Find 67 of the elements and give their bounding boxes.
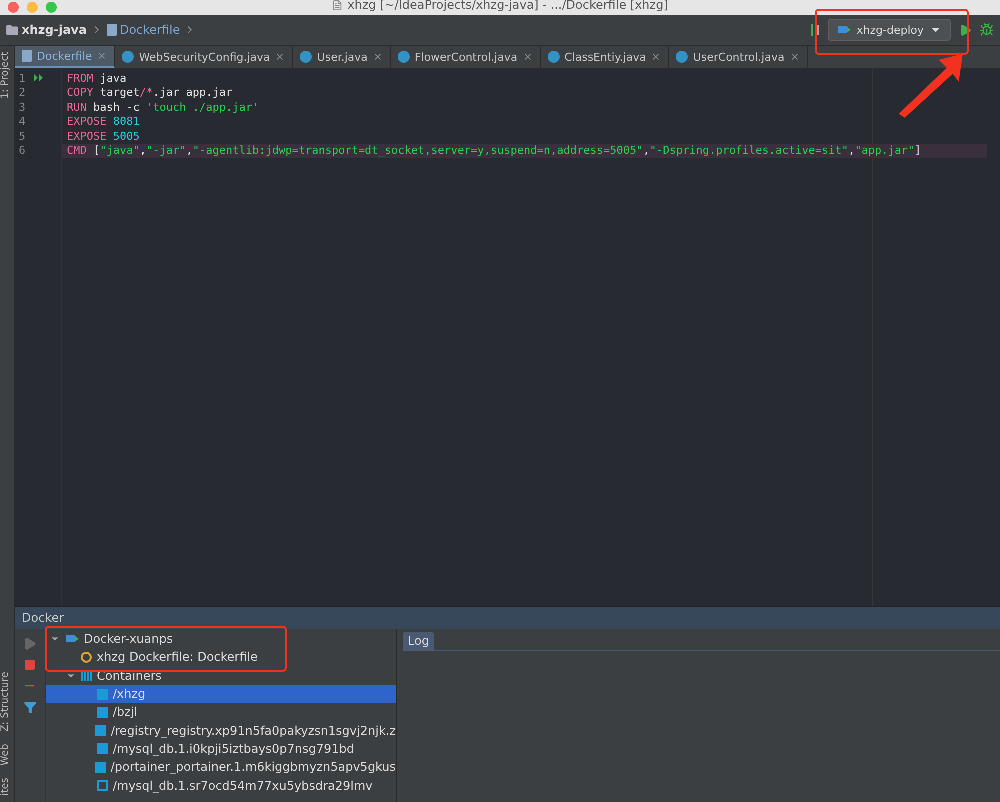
class-icon xyxy=(548,51,560,63)
debug-icon[interactable] xyxy=(980,23,994,37)
editor-tab[interactable]: WebSecurityConfig.java xyxy=(115,46,294,68)
class-icon xyxy=(300,51,312,63)
container-icon xyxy=(97,780,108,792)
document-icon xyxy=(332,0,343,10)
tree-item[interactable]: /registry_registry.xp91n5fa0pakyzsn1sgvj2njk.z xyxy=(46,721,396,740)
filter-icon[interactable] xyxy=(24,701,36,714)
tree-item[interactable]: /xhzg xyxy=(46,684,396,704)
editor-tab[interactable]: FlowerControl.java xyxy=(390,46,541,68)
folder-icon xyxy=(6,24,19,36)
tree-item[interactable]: Containers xyxy=(46,666,396,685)
tree-item[interactable]: /mysql_db.1.i0kpji5iztbays0p7nsg791bd xyxy=(46,740,396,758)
stop-icon[interactable] xyxy=(24,659,36,671)
container-icon xyxy=(95,725,106,736)
run-configuration-dropdown[interactable]: xhzg-deploy xyxy=(828,19,951,41)
docker-icon xyxy=(836,24,851,36)
line-number: 1 xyxy=(19,72,26,85)
side-tab[interactable]: Z: Structure xyxy=(0,666,14,738)
build-icon[interactable] xyxy=(810,23,820,37)
run-gutter-icon[interactable] xyxy=(34,74,44,82)
class-icon xyxy=(122,51,134,63)
breadcrumb[interactable]: xhzg-java xyxy=(6,23,87,37)
side-tab[interactable]: Web xyxy=(0,738,14,772)
deployment-icon xyxy=(81,652,92,663)
log-tab[interactable]: Log xyxy=(403,632,434,650)
line-number: 4 xyxy=(19,115,26,128)
tree-item[interactable]: Docker-xuanps xyxy=(46,630,396,648)
container-icon xyxy=(97,688,108,700)
editor-tab[interactable]: UserControl.java xyxy=(669,46,808,68)
close-icon[interactable] xyxy=(651,52,662,62)
line-number: 3 xyxy=(19,100,26,114)
code-line: EXPOSE 5005 xyxy=(66,129,141,144)
line-number: 5 xyxy=(19,130,26,143)
close-button[interactable] xyxy=(8,2,19,13)
editor-tab[interactable]: User.java xyxy=(293,46,391,68)
editor-tab[interactable]: Dockerfile xyxy=(15,46,116,68)
close-icon[interactable] xyxy=(790,52,800,62)
class-icon xyxy=(398,51,410,63)
close-icon[interactable] xyxy=(372,52,383,62)
close-icon[interactable] xyxy=(275,52,286,62)
tree-item[interactable]: /mysql_db.1.sr7ocd54m77xu5ybsdra29lmv xyxy=(46,776,396,795)
line-number: 2 xyxy=(19,86,26,100)
editor-tab[interactable]: ClassEntiy.java xyxy=(540,46,670,68)
side-tab[interactable]: 1: Project xyxy=(0,46,14,106)
tree-item[interactable]: /portainer_portainer.1.m6kiggbmyzn5apv5gkus xyxy=(46,758,396,776)
container-icon xyxy=(94,762,106,773)
tree-item[interactable]: /bzjl xyxy=(46,703,396,722)
file-icon xyxy=(22,50,32,62)
close-icon[interactable] xyxy=(522,52,533,62)
side-tab[interactable]: ites xyxy=(0,772,14,802)
code-line: FROM java xyxy=(66,71,128,86)
file-icon xyxy=(106,24,117,36)
breadcrumb[interactable]: Dockerfile xyxy=(106,23,180,37)
window-title: xhzg [~/IdeaProjects/xhzg-java] - .../Dockerfile [xhzg] xyxy=(348,0,668,12)
class-icon xyxy=(676,51,688,63)
container-icon xyxy=(97,743,108,754)
code-line: COPY target/*.jar app.jar xyxy=(66,86,234,100)
panel-title: Docker xyxy=(22,611,64,625)
line-number: 6 xyxy=(19,144,26,158)
close-icon[interactable] xyxy=(97,51,108,61)
run-icon[interactable] xyxy=(959,24,972,36)
code-line: RUN bash -c 'touch ./app.jar' xyxy=(66,100,260,114)
container-icon xyxy=(97,706,108,718)
tree-item[interactable]: xhzg Dockerfile: Dockerfile xyxy=(46,648,396,667)
containers-icon xyxy=(81,670,92,682)
code-line: EXPOSE 8081 xyxy=(66,114,141,129)
